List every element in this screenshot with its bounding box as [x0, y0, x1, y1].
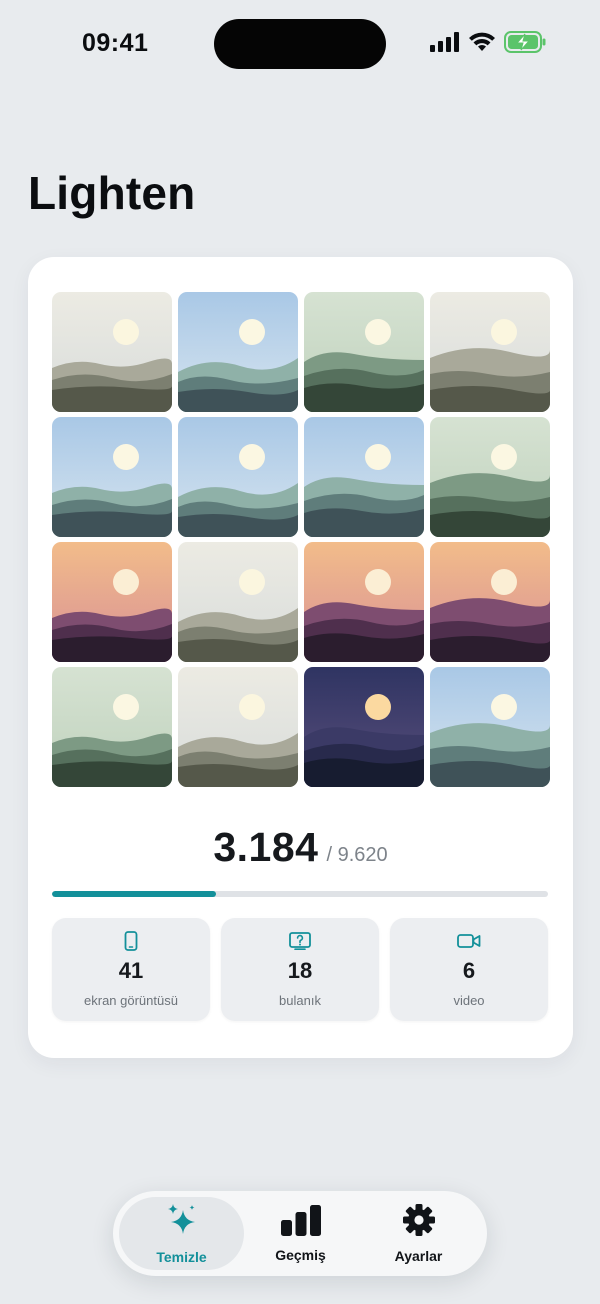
photo-thumbnail[interactable]: [430, 667, 550, 787]
screenshots-stat[interactable]: 41 ekran görüntüsü: [52, 918, 210, 1021]
photo-thumbnail[interactable]: [430, 292, 550, 412]
cleanup-card: 3.184 / 9.620 41 ekran görüntüsü 18 bula…: [28, 257, 573, 1058]
photo-thumbnail[interactable]: [304, 542, 424, 662]
tab-label: Geçmiş: [275, 1247, 326, 1263]
photo-thumbnail[interactable]: [52, 292, 172, 412]
dynamic-island: [214, 19, 386, 69]
tab-label: Ayarlar: [394, 1248, 443, 1264]
blurry-stat[interactable]: 18 bulanık: [221, 918, 379, 1021]
stat-label: video: [453, 993, 485, 1008]
status-icons: [430, 30, 546, 58]
photo-thumbnail[interactable]: [52, 667, 172, 787]
page-title: Lighten: [28, 167, 196, 219]
photo-thumbnail[interactable]: [178, 417, 298, 537]
photo-thumbnail[interactable]: [52, 417, 172, 537]
tab-temizle[interactable]: Temizle: [119, 1197, 244, 1270]
videos-stat[interactable]: 6 video: [390, 918, 548, 1021]
wifi-icon: [468, 31, 496, 57]
stat-label: ekran görüntüsü: [84, 993, 178, 1008]
remaining-count: 3.184: [213, 824, 319, 870]
category-stats: 41 ekran görüntüsü 18 bulanık 6 video: [52, 918, 548, 1021]
tab-gecmis[interactable]: Geçmiş: [238, 1197, 363, 1270]
sparkle-icon: [165, 1202, 199, 1243]
video-icon: [457, 931, 481, 951]
photo-thumbnail[interactable]: [178, 542, 298, 662]
stat-value: 18: [287, 958, 313, 983]
tab-bar: Temizle Geçmiş Ayarlar: [113, 1191, 487, 1276]
bar-chart-icon: [280, 1204, 322, 1241]
battery-charging-icon: [504, 30, 546, 58]
phone-icon: [124, 931, 138, 951]
photo-count: 3.184 / 9.620: [28, 824, 573, 871]
photo-thumbnail[interactable]: [304, 292, 424, 412]
blur-question-icon: [289, 931, 311, 951]
cellular-signal-icon: [430, 31, 460, 57]
photo-thumbnail[interactable]: [178, 667, 298, 787]
tab-ayarlar[interactable]: Ayarlar: [356, 1197, 481, 1270]
stat-value: 41: [118, 958, 144, 983]
stat-label: bulanık: [279, 993, 321, 1008]
total-count: / 9.620: [326, 844, 388, 866]
photo-thumbnail[interactable]: [430, 417, 550, 537]
photo-thumbnail[interactable]: [178, 292, 298, 412]
photo-thumbnail[interactable]: [304, 417, 424, 537]
status-bar: 09:41: [0, 0, 600, 90]
gear-icon: [402, 1203, 436, 1242]
photo-thumbnail[interactable]: [52, 542, 172, 662]
photo-grid: [52, 292, 550, 787]
tab-label: Temizle: [156, 1249, 207, 1265]
progress-fill: [52, 891, 217, 897]
photo-thumbnail[interactable]: [430, 542, 550, 662]
stat-value: 6: [462, 958, 476, 983]
status-time: 09:41: [82, 29, 149, 57]
photo-thumbnail[interactable]: [304, 667, 424, 787]
progress-bar: [52, 891, 548, 897]
